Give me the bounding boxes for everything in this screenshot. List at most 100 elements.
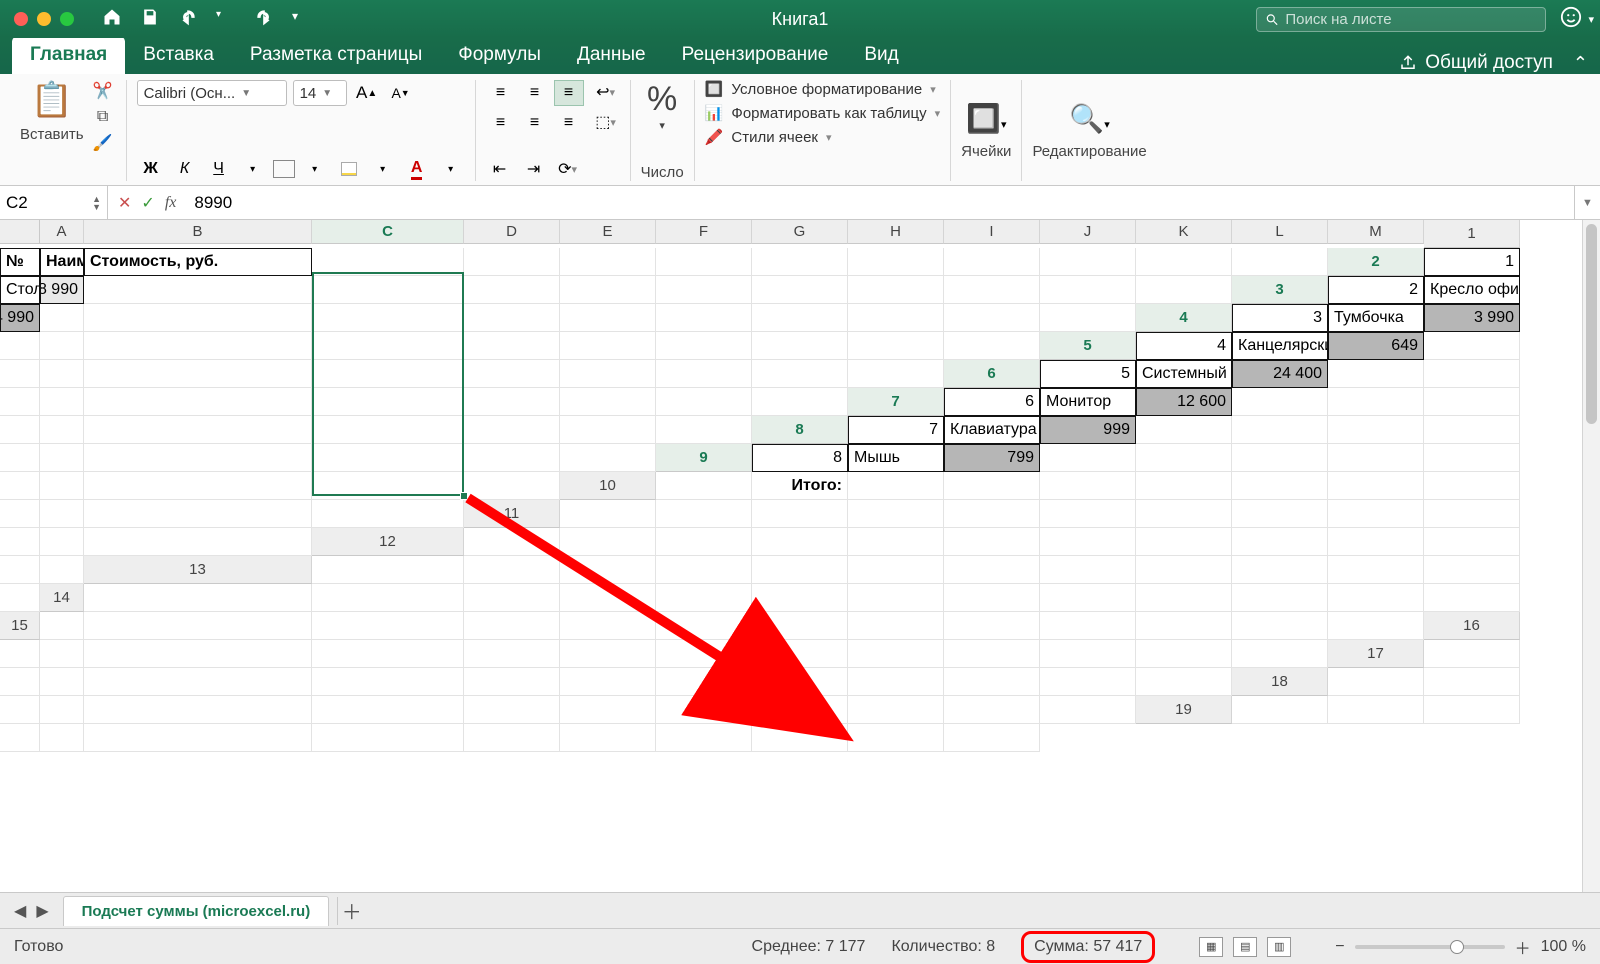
cell[interactable] xyxy=(944,724,1040,752)
cell[interactable]: Кресло офисное xyxy=(1424,276,1520,304)
cell[interactable] xyxy=(752,724,848,752)
cell[interactable] xyxy=(0,724,40,752)
cell[interactable] xyxy=(1424,668,1520,696)
sheet-nav-next-icon[interactable]: ▶ xyxy=(36,901,48,921)
cell[interactable] xyxy=(84,472,312,500)
cell[interactable] xyxy=(312,444,464,472)
undo-dropdown-icon[interactable]: ▾ xyxy=(216,9,236,29)
cell[interactable] xyxy=(1328,416,1424,444)
cell[interactable] xyxy=(848,332,944,360)
cell[interactable] xyxy=(1424,360,1520,388)
cell[interactable] xyxy=(40,724,84,752)
borders-button[interactable] xyxy=(273,160,295,178)
cell[interactable] xyxy=(656,304,752,332)
cell[interactable] xyxy=(0,472,40,500)
minimize-window-button[interactable] xyxy=(37,12,51,26)
search-input[interactable] xyxy=(1285,11,1537,28)
cell[interactable] xyxy=(944,472,1040,500)
cell[interactable] xyxy=(84,444,312,472)
tab-page-layout[interactable]: Разметка страницы xyxy=(232,36,440,74)
cell[interactable]: 6 xyxy=(944,388,1040,416)
cell[interactable] xyxy=(464,668,560,696)
copy-icon[interactable]: ⧉ xyxy=(90,106,116,128)
row-header[interactable]: 14 xyxy=(40,584,84,612)
add-sheet-button[interactable]: ＋ xyxy=(337,897,365,925)
cell[interactable] xyxy=(0,640,40,668)
cell[interactable] xyxy=(464,444,560,472)
cell[interactable] xyxy=(656,276,752,304)
cell[interactable]: 3 xyxy=(1232,304,1328,332)
row-header[interactable]: 3 xyxy=(1232,276,1328,304)
cell[interactable] xyxy=(1232,528,1328,556)
align-bottom-left[interactable]: ≡ xyxy=(486,110,516,136)
column-header[interactable]: A xyxy=(40,220,84,244)
column-header[interactable]: G xyxy=(752,220,848,244)
cell[interactable] xyxy=(560,724,656,752)
expand-formula-bar-icon[interactable]: ▼ xyxy=(1574,186,1600,219)
cell[interactable]: 8 xyxy=(752,444,848,472)
cell[interactable] xyxy=(312,640,464,668)
row-header[interactable]: 10 xyxy=(560,472,656,500)
cell[interactable] xyxy=(464,276,560,304)
cell[interactable] xyxy=(312,360,464,388)
cell[interactable] xyxy=(1040,248,1136,276)
cell[interactable] xyxy=(312,332,464,360)
cell[interactable] xyxy=(1424,556,1520,584)
cell[interactable] xyxy=(0,500,40,528)
cell[interactable] xyxy=(656,388,752,416)
cell[interactable]: 2 xyxy=(1328,276,1424,304)
column-header[interactable]: L xyxy=(1232,220,1328,244)
cell[interactable] xyxy=(848,276,944,304)
cell[interactable] xyxy=(0,528,40,556)
tab-home[interactable]: Главная xyxy=(12,36,125,74)
cell[interactable] xyxy=(1040,584,1136,612)
cell[interactable] xyxy=(848,696,944,724)
vertical-scroll-thumb[interactable] xyxy=(1586,224,1597,424)
cell[interactable] xyxy=(84,696,312,724)
cell[interactable] xyxy=(848,584,944,612)
row-header[interactable]: 5 xyxy=(1040,332,1136,360)
cell[interactable] xyxy=(1328,696,1424,724)
cell[interactable] xyxy=(752,360,848,388)
column-header[interactable]: C xyxy=(312,220,464,244)
fill-color-dropdown-icon[interactable]: ▾ xyxy=(369,157,397,181)
cell[interactable] xyxy=(1136,528,1232,556)
cell[interactable] xyxy=(1232,444,1328,472)
cell[interactable] xyxy=(312,388,464,416)
cell[interactable] xyxy=(84,304,312,332)
cell[interactable] xyxy=(944,696,1040,724)
cell[interactable]: 8 990 xyxy=(40,276,84,304)
cell[interactable] xyxy=(944,612,1040,640)
cell[interactable] xyxy=(40,668,84,696)
cell[interactable] xyxy=(944,668,1040,696)
cell[interactable] xyxy=(1136,276,1232,304)
cell[interactable] xyxy=(1232,556,1328,584)
cell[interactable] xyxy=(848,472,944,500)
cell[interactable] xyxy=(1328,584,1424,612)
orientation-button[interactable]: ⟳ xyxy=(554,157,582,181)
column-header[interactable]: J xyxy=(1040,220,1136,244)
cell[interactable]: Канцелярский набор xyxy=(1232,332,1328,360)
borders-dropdown-icon[interactable]: ▾ xyxy=(301,157,329,181)
cell[interactable]: Монитор xyxy=(1040,388,1136,416)
cell[interactable] xyxy=(40,556,84,584)
cell[interactable] xyxy=(656,724,752,752)
row-header[interactable]: 9 xyxy=(656,444,752,472)
cell[interactable] xyxy=(1424,444,1520,472)
cell[interactable] xyxy=(0,360,40,388)
cell[interactable] xyxy=(944,528,1040,556)
column-header[interactable]: H xyxy=(848,220,944,244)
bold-button[interactable]: Ж xyxy=(137,157,165,181)
cell[interactable]: 4 990 xyxy=(0,304,40,332)
cell[interactable] xyxy=(1424,584,1520,612)
cell[interactable] xyxy=(656,500,752,528)
save-icon[interactable] xyxy=(140,7,160,32)
cell[interactable] xyxy=(1424,528,1520,556)
vertical-scrollbar[interactable] xyxy=(1582,220,1600,892)
cell[interactable] xyxy=(656,668,752,696)
align-top-left[interactable]: ≡ xyxy=(486,80,516,106)
cell[interactable] xyxy=(464,248,560,276)
cell[interactable]: Наименование xyxy=(40,248,84,276)
cell[interactable] xyxy=(312,304,464,332)
cell[interactable] xyxy=(1424,640,1520,668)
